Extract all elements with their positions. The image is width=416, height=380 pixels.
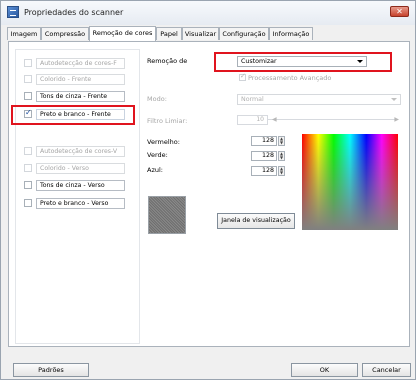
chevron-down-icon	[391, 98, 397, 101]
ok-button[interactable]: OK	[291, 363, 358, 377]
tab-compressao[interactable]: Compressão	[41, 27, 89, 40]
vermelho-label: Vermelho:	[147, 138, 180, 146]
color-spectrum-picker[interactable]	[302, 134, 398, 230]
option-checkbox[interactable]	[24, 92, 32, 100]
option-label: Colorido - Verso	[36, 163, 125, 174]
option-label: Tons de cinza - Verso	[36, 180, 125, 191]
option-label: Autodetecção de cores-F	[36, 58, 125, 69]
scanner-app-icon	[7, 6, 19, 18]
slider-track[interactable]	[268, 119, 398, 120]
window-title: Propriedades do scanner	[24, 8, 124, 17]
option-checkbox[interactable]	[24, 59, 32, 67]
highlight-selected-option	[11, 105, 135, 125]
modo-value: Normal	[241, 96, 264, 103]
option-label: Tons de cinza - Frente	[36, 91, 125, 102]
option-label: Autodetecção de cores-V	[36, 146, 125, 157]
option-checkbox[interactable]	[24, 75, 32, 83]
azul-spinner-icon[interactable]: ▲ ▼	[278, 166, 285, 176]
tab-visualizar[interactable]: Visualizar	[182, 27, 219, 40]
option-checkbox[interactable]	[24, 164, 32, 172]
tab-configuracao[interactable]: Configuração	[219, 27, 269, 40]
processamento-checkbox[interactable]	[239, 72, 246, 81]
color-preview-swatch	[148, 196, 186, 234]
azul-label: Azul:	[147, 166, 163, 174]
filtro-limiar-value: 10	[237, 115, 268, 125]
verde-label: Verde:	[147, 151, 168, 159]
tab-papel[interactable]: Papel	[156, 27, 182, 40]
scanner-properties-window: Propriedades do scanner ✕ Imagem Compres…	[0, 0, 416, 380]
tab-remocao-de-cores[interactable]: Remoção de cores	[89, 26, 156, 41]
azul-input[interactable]: 128	[251, 166, 277, 176]
filtro-limiar-slider[interactable]: 10 ◀ ▶	[237, 115, 401, 125]
close-button[interactable]: ✕	[390, 6, 409, 17]
highlight-remocao-dropdown	[214, 52, 392, 72]
option-checkbox[interactable]	[24, 199, 32, 207]
slider-left-arrow-icon[interactable]: ◀	[272, 116, 277, 123]
vermelho-spinner-icon[interactable]: ▲ ▼	[278, 136, 285, 146]
verde-spinner-icon[interactable]: ▲ ▼	[278, 151, 285, 161]
remocao-label: Remoção de	[147, 57, 188, 65]
preview-window-button[interactable]: Janela de visualização	[217, 213, 295, 229]
tab-informacao[interactable]: Informação	[269, 27, 313, 40]
option-checkbox[interactable]	[24, 147, 32, 155]
title-bar: Propriedades do scanner ✕	[1, 1, 415, 25]
cancel-button[interactable]: Cancelar	[362, 363, 411, 377]
option-label: Preto e branco - Verso	[36, 198, 125, 209]
verde-input[interactable]: 128	[251, 151, 277, 161]
modo-label: Modo:	[147, 95, 167, 103]
processamento-label: Processamento Avançado	[248, 74, 332, 82]
defaults-button[interactable]: Padrões	[13, 363, 89, 377]
modo-dropdown[interactable]: Normal	[237, 94, 401, 105]
filtro-limiar-label: Filtro Limiar:	[147, 117, 188, 125]
option-label: Colorido - Frente	[36, 74, 125, 85]
vermelho-input[interactable]: 128	[251, 136, 277, 146]
option-checkbox[interactable]	[24, 181, 32, 189]
slider-right-arrow-icon[interactable]: ▶	[394, 116, 399, 123]
tab-imagem[interactable]: Imagem	[7, 27, 41, 40]
